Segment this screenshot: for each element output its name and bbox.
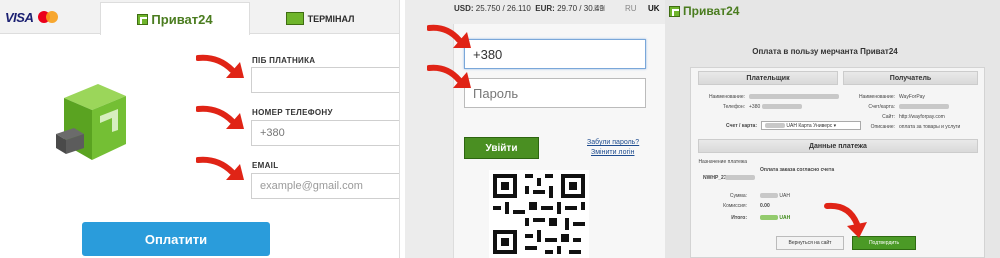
receiver-site-value: http://wayforpay.com bbox=[899, 114, 945, 120]
payer-name-value bbox=[749, 94, 839, 100]
login-button[interactable]: Увійти bbox=[464, 137, 539, 159]
privat24-logo: Приват24 bbox=[669, 4, 739, 18]
login-topbar: USD: 25.750 / 26.110 EUR: 29.70 / 30.49 … bbox=[405, 0, 665, 18]
red-arrow-icon bbox=[427, 24, 471, 48]
payer-name-label: ПІБ ПЛАТНИКА bbox=[252, 56, 316, 65]
email-label: EMAIL bbox=[252, 161, 279, 170]
sum-label: Сумма: bbox=[729, 193, 747, 199]
phone-label: НОМЕР ТЕЛЕФОНУ bbox=[252, 108, 333, 117]
total-label: Итого: bbox=[731, 215, 747, 221]
visa-logo: VISA bbox=[5, 10, 34, 25]
privat24-login-panel: USD: 25.750 / 26.110 EUR: 29.70 / 30.49 … bbox=[405, 0, 665, 258]
tab-privat24[interactable]: Приват24 bbox=[100, 2, 250, 35]
receiver-account-label: Счет/карта: bbox=[868, 104, 895, 110]
payment-form-panel: VISA Приват24 ТЕРМІНАЛ ПІБ ПЛАТНИКА НОМЕ… bbox=[0, 0, 400, 258]
red-arrow-icon bbox=[196, 54, 244, 78]
receiver-desc-value: оплата за товары и услуги bbox=[899, 124, 961, 130]
qr-code-icon bbox=[489, 170, 589, 258]
password-input[interactable]: Пароль bbox=[464, 78, 646, 108]
total-value: UAH bbox=[760, 215, 790, 221]
forgot-password-link[interactable]: Забули пароль? bbox=[587, 139, 639, 146]
mastercard-icon bbox=[38, 11, 58, 23]
red-arrow-icon bbox=[824, 202, 867, 238]
merchant-payment-title: Оплата в пользу мерчанта Приват24 bbox=[752, 47, 898, 56]
exchange-rates: USD: 25.750 / 26.110 EUR: 29.70 / 30.49 bbox=[454, 4, 604, 13]
terminal-icon bbox=[285, 12, 304, 25]
receiver-account-value bbox=[899, 104, 949, 110]
payer-name-input[interactable] bbox=[251, 67, 399, 93]
receiver-heading: Получатель bbox=[843, 71, 978, 85]
commission-label: Комиссия: bbox=[723, 203, 747, 209]
pay-button[interactable]: Оплатити bbox=[82, 222, 270, 256]
payer-account-label: Счет / карта: bbox=[726, 123, 757, 129]
red-arrow-icon bbox=[196, 156, 244, 180]
email-input[interactable]: example@gmail.com bbox=[251, 173, 399, 199]
payment-method-bar: VISA Приват24 ТЕРМІНАЛ bbox=[0, 0, 399, 35]
receiver-site-label: Сайт: bbox=[882, 114, 895, 120]
payer-name-label: Наименование: bbox=[708, 94, 745, 100]
merchant-payment-panel: Приват24 Оплата в пользу мерчанта Приват… bbox=[665, 0, 1000, 258]
order-number-suffix bbox=[725, 175, 755, 181]
payment-data-heading: Данные платежа bbox=[698, 139, 978, 153]
commission-value: 0.00 bbox=[760, 203, 770, 209]
red-arrow-icon bbox=[196, 105, 244, 129]
tab-terminal[interactable]: ТЕРМІНАЛ bbox=[255, 2, 385, 35]
payer-heading: Плательщик bbox=[698, 71, 838, 85]
phone-input[interactable]: +380 bbox=[251, 120, 399, 146]
sum-value: UAH bbox=[760, 193, 790, 199]
payer-phone-value: +380 bbox=[749, 104, 802, 110]
red-arrow-icon bbox=[427, 64, 471, 88]
receiver-name-value: WayForPay bbox=[899, 94, 925, 100]
tab-terminal-label: ТЕРМІНАЛ bbox=[307, 13, 355, 24]
privat-cube-logo-icon bbox=[56, 84, 126, 160]
privat24-logo-icon bbox=[669, 5, 680, 17]
tab-privat24-label: Приват24 bbox=[151, 11, 213, 27]
lang-ru[interactable]: RU bbox=[625, 4, 637, 13]
purpose-value: Оплата заказа согласно счета bbox=[760, 167, 835, 173]
privat24-logo-icon bbox=[137, 13, 149, 25]
screenshot-root: VISA Приват24 ТЕРМІНАЛ ПІБ ПЛАТНИКА НОМЕ… bbox=[0, 0, 1000, 258]
lang-uk[interactable]: UK bbox=[648, 4, 660, 13]
login-phone-input[interactable]: +380 bbox=[464, 39, 646, 69]
purpose-label: Назначение платежа bbox=[698, 159, 747, 165]
receiver-desc-label: Описание: bbox=[870, 124, 895, 130]
payer-phone-label: Телефон: bbox=[722, 104, 745, 110]
receiver-name-label: Наименование: bbox=[858, 94, 895, 100]
lang-en[interactable]: EN bbox=[594, 4, 605, 13]
change-login-link[interactable]: Змінити логін bbox=[591, 149, 634, 156]
